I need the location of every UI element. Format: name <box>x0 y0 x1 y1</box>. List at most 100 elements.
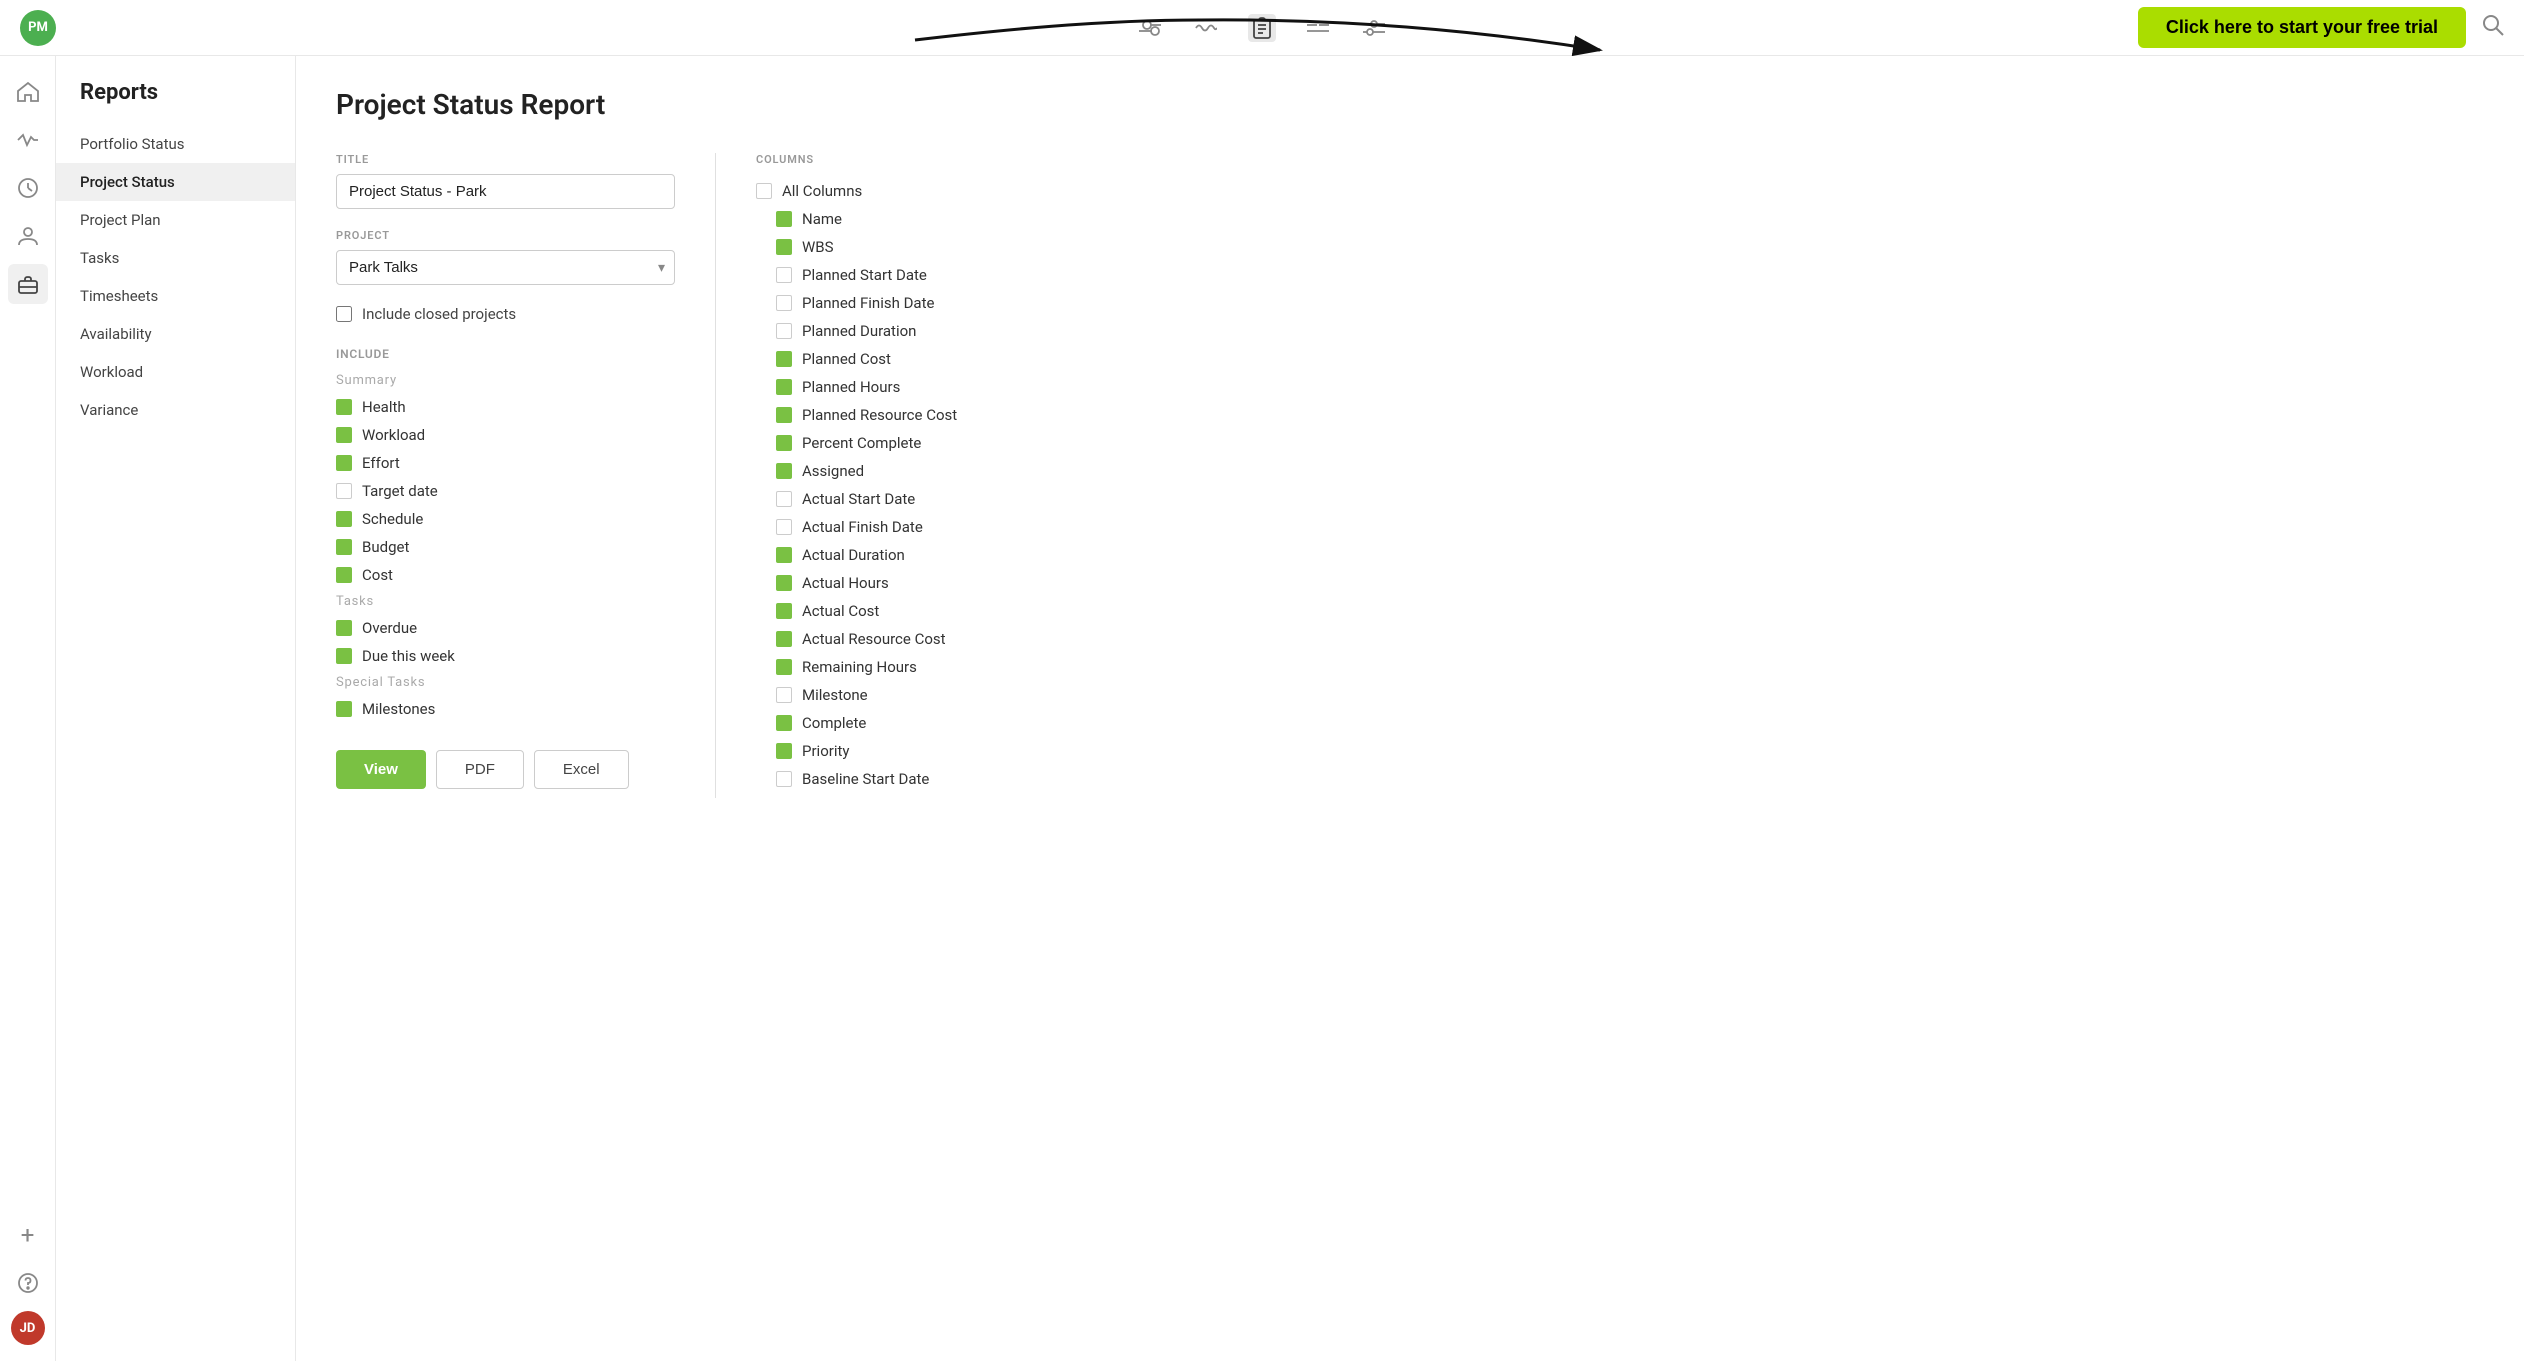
actual-hours-checkbox[interactable] <box>776 575 792 591</box>
sidebar-item-portfolio-status[interactable]: Portfolio Status <box>56 125 295 163</box>
due-this-week-checkbox[interactable] <box>336 648 352 664</box>
include-workload: Workload <box>336 426 675 444</box>
remaining-hours-checkbox[interactable] <box>776 659 792 675</box>
baseline-start-checkbox[interactable] <box>776 771 792 787</box>
project-select[interactable]: Park Talks <box>336 250 675 285</box>
include-closed-checkbox[interactable] <box>336 306 352 322</box>
workload-checkbox[interactable] <box>336 427 352 443</box>
target-date-label: Target date <box>362 482 438 500</box>
pm-logo[interactable]: PM <box>20 10 56 46</box>
planned-finish-label: Planned Finish Date <box>802 294 934 312</box>
col-actual-hours: Actual Hours <box>756 574 2484 592</box>
cost-label: Cost <box>362 566 393 584</box>
search-icon-top[interactable] <box>2482 14 2504 41</box>
pdf-button[interactable]: PDF <box>436 750 524 789</box>
view-button[interactable]: View <box>336 750 426 789</box>
form-right: COLUMNS All Columns Name WBS <box>716 153 2484 798</box>
sidebar-item-workload[interactable]: Workload <box>56 353 295 391</box>
actual-duration-checkbox[interactable] <box>776 547 792 563</box>
planned-resource-cost-checkbox[interactable] <box>776 407 792 423</box>
sidebar-item-tasks[interactable]: Tasks <box>56 239 295 277</box>
col-baseline-start: Baseline Start Date <box>756 770 2484 788</box>
sidebar-item-availability[interactable]: Availability <box>56 315 295 353</box>
milestone-checkbox[interactable] <box>776 687 792 703</box>
planned-resource-cost-label: Planned Resource Cost <box>802 406 957 424</box>
title-input[interactable] <box>336 174 675 209</box>
assigned-checkbox[interactable] <box>776 463 792 479</box>
name-checkbox[interactable] <box>776 211 792 227</box>
sidebar: Reports Portfolio Status Project Status … <box>56 56 296 1361</box>
target-date-checkbox[interactable] <box>336 483 352 499</box>
person-icon[interactable] <box>8 216 48 256</box>
briefcase-icon[interactable] <box>8 264 48 304</box>
flow-icon[interactable] <box>1360 14 1388 42</box>
baseline-start-label: Baseline Start Date <box>802 770 929 788</box>
budget-checkbox[interactable] <box>336 539 352 555</box>
clipboard-icon[interactable] <box>1248 14 1276 42</box>
actual-cost-checkbox[interactable] <box>776 603 792 619</box>
wave-icon[interactable] <box>1192 14 1220 42</box>
planned-duration-checkbox[interactable] <box>776 323 792 339</box>
free-trial-button[interactable]: Click here to start your free trial <box>2138 7 2466 48</box>
topbar-left: PM <box>20 10 56 46</box>
priority-checkbox[interactable] <box>776 743 792 759</box>
percent-complete-checkbox[interactable] <box>776 435 792 451</box>
actual-start-label: Actual Start Date <box>802 490 915 508</box>
actions: View PDF Excel <box>336 750 675 789</box>
include-schedule: Schedule <box>336 510 675 528</box>
excel-button[interactable]: Excel <box>534 750 629 789</box>
col-planned-finish: Planned Finish Date <box>756 294 2484 312</box>
col-planned-resource-cost: Planned Resource Cost <box>756 406 2484 424</box>
health-label: Health <box>362 398 406 416</box>
planned-finish-checkbox[interactable] <box>776 295 792 311</box>
sidebar-item-project-status[interactable]: Project Status <box>56 163 295 201</box>
overdue-checkbox[interactable] <box>336 620 352 636</box>
topbar-icons <box>1136 14 1388 42</box>
col-actual-finish: Actual Finish Date <box>756 518 2484 536</box>
sidebar-item-variance[interactable]: Variance <box>56 391 295 429</box>
effort-label: Effort <box>362 454 400 472</box>
user-avatar[interactable]: JD <box>11 1311 45 1345</box>
schedule-checkbox[interactable] <box>336 511 352 527</box>
home-icon[interactable] <box>8 72 48 112</box>
minus-icon[interactable] <box>1304 14 1332 42</box>
col-actual-resource-cost: Actual Resource Cost <box>756 630 2484 648</box>
add-icon[interactable]: + <box>8 1215 48 1255</box>
actual-start-checkbox[interactable] <box>776 491 792 507</box>
priority-label: Priority <box>802 742 849 760</box>
health-checkbox[interactable] <box>336 399 352 415</box>
wbs-checkbox[interactable] <box>776 239 792 255</box>
col-actual-start: Actual Start Date <box>756 490 2484 508</box>
overdue-label: Overdue <box>362 619 417 637</box>
assigned-label: Assigned <box>802 462 864 480</box>
sidebar-item-timesheets[interactable]: Timesheets <box>56 277 295 315</box>
planned-hours-checkbox[interactable] <box>776 379 792 395</box>
include-closed-row: Include closed projects <box>336 305 675 323</box>
help-icon[interactable] <box>8 1263 48 1303</box>
actual-finish-checkbox[interactable] <box>776 519 792 535</box>
activity-icon[interactable] <box>8 120 48 160</box>
clock-icon[interactable] <box>8 168 48 208</box>
planned-start-checkbox[interactable] <box>776 267 792 283</box>
effort-checkbox[interactable] <box>336 455 352 471</box>
actual-hours-label: Actual Hours <box>802 574 889 592</box>
include-effort: Effort <box>336 454 675 472</box>
planned-cost-checkbox[interactable] <box>776 351 792 367</box>
milestones-checkbox[interactable] <box>336 701 352 717</box>
actual-resource-cost-checkbox[interactable] <box>776 631 792 647</box>
all-columns-label: All Columns <box>782 182 862 200</box>
cost-checkbox[interactable] <box>336 567 352 583</box>
sidebar-item-project-plan[interactable]: Project Plan <box>56 201 295 239</box>
col-complete: Complete <box>756 714 2484 732</box>
summary-label: Summary <box>336 373 675 388</box>
col-actual-cost: Actual Cost <box>756 602 2484 620</box>
budget-label: Budget <box>362 538 409 556</box>
complete-checkbox[interactable] <box>776 715 792 731</box>
col-planned-start: Planned Start Date <box>756 266 2484 284</box>
milestones-label: Milestones <box>362 700 435 718</box>
actual-cost-label: Actual Cost <box>802 602 879 620</box>
actual-finish-label: Actual Finish Date <box>802 518 923 536</box>
filter-icon[interactable] <box>1136 14 1164 42</box>
all-columns-checkbox[interactable] <box>756 183 772 199</box>
main-content: Project Status Report TITLE PROJECT Park… <box>296 56 2524 1361</box>
